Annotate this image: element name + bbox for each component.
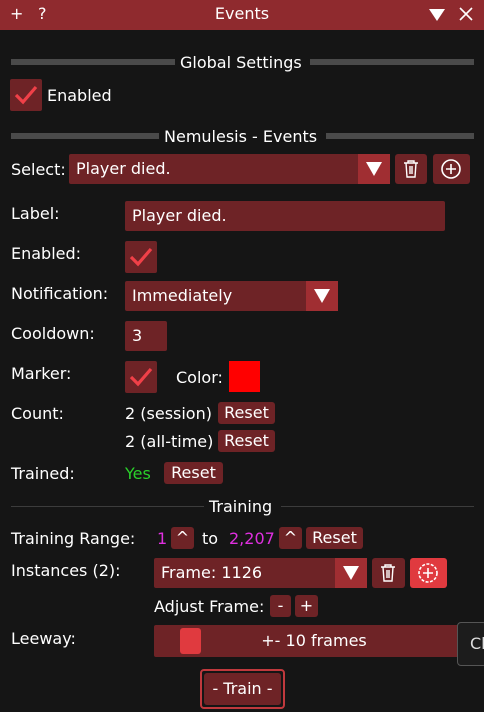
side-tab[interactable]: Cl <box>457 622 484 666</box>
title-bar: + ? Events <box>0 0 484 30</box>
global-enabled-label: Enabled <box>47 86 112 105</box>
color-label: Color: <box>176 368 223 387</box>
reset-range-button[interactable]: Reset <box>306 527 363 549</box>
cooldown-label: Cooldown: <box>11 324 95 343</box>
training-range-end: 2,207 <box>229 529 275 548</box>
separator <box>11 506 204 507</box>
event-select-combo[interactable]: Player died. <box>69 154 390 184</box>
add-circle-icon <box>418 563 438 583</box>
chevron-down-icon <box>314 289 330 303</box>
instance-value: Frame: 1126 <box>161 563 263 582</box>
chevron-down-icon <box>366 162 382 176</box>
chevron-down-icon <box>343 566 359 580</box>
event-select-arrow[interactable] <box>358 154 390 184</box>
select-label: Select: <box>11 160 66 179</box>
separator <box>11 59 175 65</box>
notification-label: Notification: <box>11 284 109 303</box>
count-label: Count: <box>11 404 64 423</box>
training-range-to: to <box>202 529 219 548</box>
add-circle-icon <box>441 159 461 179</box>
count-session: 2 (session) <box>125 404 212 423</box>
add-event-button[interactable] <box>433 154 470 184</box>
trained-label: Trained: <box>11 464 75 483</box>
close-icon[interactable] <box>458 6 474 26</box>
label-input-value: Player died. <box>132 206 227 225</box>
checkmark-icon <box>129 367 153 387</box>
trash-icon <box>404 160 418 178</box>
reset-trained-button[interactable]: Reset <box>164 462 223 484</box>
separator <box>326 133 474 139</box>
training-heading: Training <box>209 497 273 516</box>
window-title: Events <box>214 4 270 23</box>
label-input[interactable]: Player died. <box>125 201 445 231</box>
marker-label: Marker: <box>11 364 72 383</box>
enabled-label: Enabled: <box>11 244 82 263</box>
leeway-label: Leeway: <box>11 629 76 648</box>
checkmark-icon <box>14 85 38 105</box>
event-enabled-checkbox[interactable] <box>125 241 157 273</box>
event-select-value: Player died. <box>76 159 171 178</box>
instance-combo[interactable]: Frame: 1126 <box>154 558 367 588</box>
notification-value: Immediately <box>132 286 233 305</box>
side-tab-label: Cl <box>470 634 484 653</box>
notification-arrow[interactable] <box>306 281 338 311</box>
separator <box>281 506 474 507</box>
marker-color-swatch[interactable] <box>229 361 260 392</box>
training-range-label: Training Range: <box>11 529 136 548</box>
notification-combo[interactable]: Immediately <box>125 281 338 311</box>
events-panel: Global Settings Enabled Nemulesis - Even… <box>0 30 484 712</box>
adjust-frame-label: Adjust Frame: <box>154 597 265 616</box>
marker-checkbox[interactable] <box>125 361 157 393</box>
events-heading: Nemulesis - Events <box>164 127 318 146</box>
training-range-start: 1 <box>157 529 168 548</box>
reset-alltime-count-button[interactable]: Reset <box>218 430 275 452</box>
instances-label: Instances (2): <box>11 561 121 580</box>
trained-value: Yes <box>125 464 151 483</box>
range-end-up-button[interactable]: ^ <box>279 527 302 549</box>
separator <box>310 59 474 65</box>
add-instance-button[interactable] <box>410 558 447 588</box>
label-field-label: Label: <box>11 204 60 223</box>
instance-arrow[interactable] <box>335 558 367 588</box>
adjust-frame-plus-button[interactable]: + <box>295 595 318 617</box>
adjust-frame-minus-button[interactable]: - <box>270 595 291 617</box>
trash-icon <box>381 564 395 582</box>
leeway-value: +- 10 frames <box>261 631 367 650</box>
train-button[interactable]: - Train - <box>204 673 281 705</box>
global-settings-heading: Global Settings <box>180 53 302 72</box>
delete-event-button[interactable] <box>395 154 427 184</box>
cooldown-value: 3 <box>132 326 143 345</box>
count-alltime: 2 (all-time) <box>125 432 214 451</box>
collapse-icon[interactable] <box>428 7 446 26</box>
delete-instance-button[interactable] <box>372 558 405 588</box>
cooldown-input[interactable]: 3 <box>125 321 167 351</box>
range-start-up-button[interactable]: ^ <box>171 527 194 549</box>
reset-session-count-button[interactable]: Reset <box>218 402 275 424</box>
global-enabled-checkbox[interactable] <box>10 79 42 111</box>
checkmark-icon <box>129 247 153 267</box>
separator <box>11 133 159 139</box>
leeway-slider[interactable]: +- 10 frames <box>154 625 474 657</box>
